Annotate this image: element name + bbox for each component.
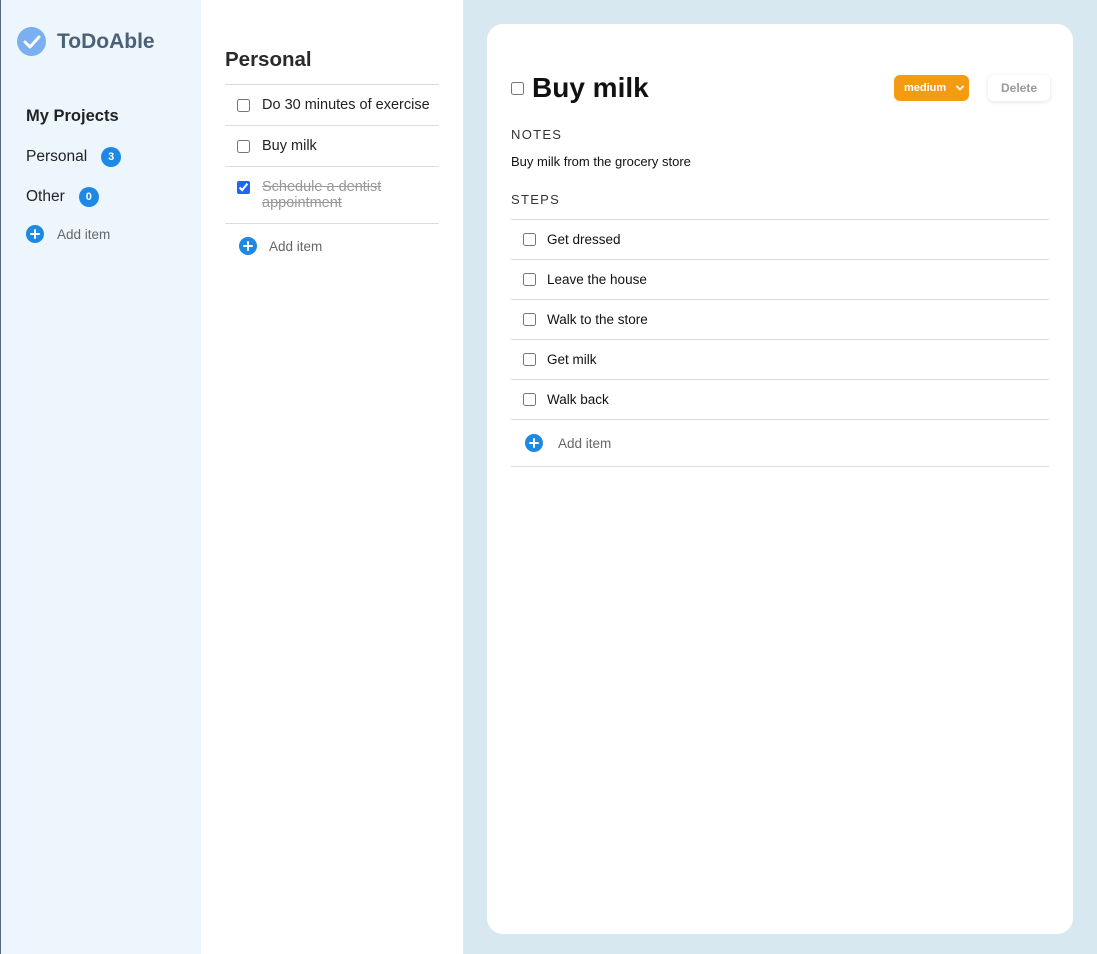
step-text: Walk to the store xyxy=(547,312,648,327)
todo-text: Schedule a dentist appointment xyxy=(262,179,382,211)
step-checkbox[interactable] xyxy=(523,273,536,286)
priority-select[interactable]: medium xyxy=(894,75,969,101)
task-title[interactable]: Buy milk xyxy=(532,72,649,104)
todo-item[interactable]: Buy milk xyxy=(225,126,439,167)
step-checkbox[interactable] xyxy=(523,313,536,326)
add-step-button[interactable]: Add item xyxy=(511,420,1049,467)
app-name: ToDoAble xyxy=(57,29,155,53)
todo-item[interactable]: Do 30 minutes of exercise xyxy=(225,85,439,126)
add-project-label: Add item xyxy=(57,226,111,242)
steps-label: STEPS xyxy=(511,192,561,207)
project-name: Personal xyxy=(26,148,88,165)
todo-list: Do 30 minutes of exercise Buy milk Sched… xyxy=(225,84,439,268)
task-complete-checkbox[interactable] xyxy=(511,81,524,95)
todo-text: Buy milk xyxy=(262,138,317,154)
step-checkbox[interactable] xyxy=(523,233,536,246)
detail-header: Buy milk xyxy=(511,72,649,104)
todo-checkbox[interactable] xyxy=(237,99,250,112)
notes-label: NOTES xyxy=(511,127,563,142)
plus-circle-icon xyxy=(239,237,257,255)
step-item[interactable]: Get milk xyxy=(511,340,1049,380)
check-circle-icon xyxy=(17,27,46,56)
step-text: Get milk xyxy=(547,352,597,367)
steps-list: Get dressed Leave the house Walk to the … xyxy=(511,219,1049,467)
project-item-personal[interactable]: Personal 3 xyxy=(26,147,122,167)
app-logo[interactable]: ToDoAble xyxy=(17,27,155,56)
task-list-panel: Personal Do 30 minutes of exercise Buy m… xyxy=(201,0,463,954)
add-todo-label: Add item xyxy=(269,238,323,254)
step-item[interactable]: Get dressed xyxy=(511,220,1049,260)
projects-heading: My Projects xyxy=(26,107,119,125)
step-text: Get dressed xyxy=(547,232,621,247)
sidebar: ToDoAble My Projects Personal 3 Other 0 … xyxy=(0,0,201,954)
step-item[interactable]: Leave the house xyxy=(511,260,1049,300)
step-item[interactable]: Walk back xyxy=(511,380,1049,420)
todo-text: Do 30 minutes of exercise xyxy=(262,97,430,113)
priority-value: medium xyxy=(904,82,947,94)
step-checkbox[interactable] xyxy=(523,353,536,366)
count-badge: 0 xyxy=(78,187,99,207)
step-item[interactable]: Walk to the store xyxy=(511,300,1049,340)
todo-item[interactable]: Schedule a dentist appointment xyxy=(225,167,439,224)
list-title: Personal xyxy=(225,48,312,71)
project-name: Other xyxy=(26,188,65,205)
step-checkbox[interactable] xyxy=(523,393,536,406)
add-step-label: Add item xyxy=(558,435,612,451)
count-badge: 3 xyxy=(101,147,122,167)
task-detail-card: Buy milk medium Delete NOTES Buy milk fr… xyxy=(487,24,1073,934)
step-text: Leave the house xyxy=(547,272,647,287)
plus-circle-icon xyxy=(26,225,44,243)
delete-button[interactable]: Delete xyxy=(988,75,1050,101)
chevron-down-icon xyxy=(955,83,965,96)
todo-checkbox[interactable] xyxy=(237,181,250,194)
notes-text[interactable]: Buy milk from the grocery store xyxy=(511,154,691,169)
project-item-other[interactable]: Other 0 xyxy=(26,187,99,207)
add-todo-button[interactable]: Add item xyxy=(225,224,439,268)
plus-circle-icon xyxy=(525,434,543,452)
add-project-button[interactable]: Add item xyxy=(26,225,110,243)
todo-checkbox[interactable] xyxy=(237,140,250,153)
step-text: Walk back xyxy=(547,392,609,407)
